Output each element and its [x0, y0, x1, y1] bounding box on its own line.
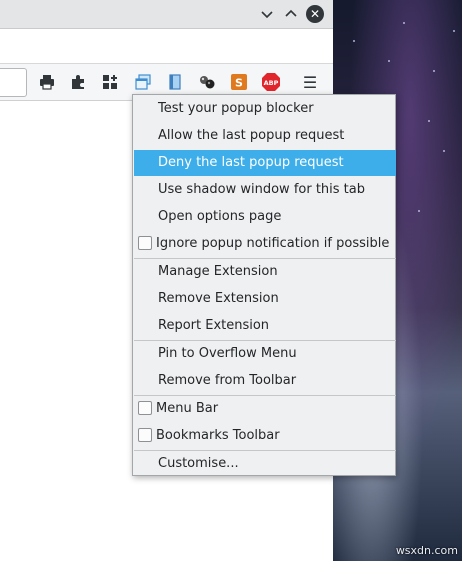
- menu-item-bookmarks-toolbar[interactable]: Bookmarks Toolbar: [134, 423, 396, 449]
- extension-context-menu: Test your popup blocker Allow the last p…: [132, 94, 396, 476]
- menu-item-customise[interactable]: Customise...: [134, 451, 396, 477]
- bookmarks-toolbar-checkbox[interactable]: [138, 428, 152, 442]
- reader-icon: [169, 74, 181, 90]
- extensions-icon: [72, 75, 84, 89]
- ignore-notification-checkbox[interactable]: [138, 236, 152, 250]
- adblock-plus-icon: ABP: [262, 73, 280, 91]
- menu-item-manage-extension[interactable]: Manage Extension: [134, 259, 396, 285]
- print-icon: [40, 75, 54, 90]
- sync-icon: S: [231, 74, 247, 90]
- chevron-up-icon: [285, 9, 297, 17]
- chevron-down-icon: [261, 11, 273, 19]
- reader-button[interactable]: [165, 72, 185, 92]
- menu-item-open-options[interactable]: Open options page: [134, 204, 396, 230]
- menu-bar-checkbox[interactable]: [138, 401, 152, 415]
- popup-blocker-icon: [135, 74, 151, 90]
- tab-strip: [0, 29, 333, 64]
- add-widget-icon: [103, 75, 117, 89]
- minimize-button[interactable]: [257, 4, 277, 24]
- print-button[interactable]: [37, 72, 57, 92]
- url-bar[interactable]: [0, 68, 27, 97]
- menu-item-remove-from-toolbar[interactable]: Remove from Toolbar: [134, 368, 396, 394]
- popup-blocker-button[interactable]: [133, 72, 153, 92]
- sync-button[interactable]: S: [229, 72, 249, 92]
- menu-item-test-popup-blocker[interactable]: Test your popup blocker: [134, 96, 396, 122]
- menu-item-remove-extension[interactable]: Remove Extension: [134, 286, 396, 312]
- hamburger-menu-button[interactable]: ☰: [300, 72, 320, 92]
- menu-item-report-extension[interactable]: Report Extension: [134, 313, 396, 339]
- maximize-button[interactable]: [281, 4, 301, 24]
- hamburger-menu-icon: ☰: [302, 72, 318, 92]
- menu-item-pin-overflow[interactable]: Pin to Overflow Menu: [134, 341, 396, 367]
- menu-item-shadow-window[interactable]: Use shadow window for this tab: [134, 177, 396, 203]
- watermark: wsxdn.com: [395, 544, 458, 557]
- add-widget-button[interactable]: [100, 72, 120, 92]
- menu-item-menu-bar[interactable]: Menu Bar: [134, 396, 396, 422]
- extensions-button[interactable]: [68, 72, 88, 92]
- close-button[interactable]: ✕: [306, 5, 324, 23]
- menu-item-ignore-popup-notification[interactable]: Ignore popup notification if possible: [134, 231, 396, 257]
- menu-item-allow-last-popup[interactable]: Allow the last popup request: [134, 123, 396, 149]
- svg-text:ABP: ABP: [264, 79, 279, 87]
- adblock-plus-button[interactable]: ABP: [261, 72, 281, 92]
- bubbles-button[interactable]: [197, 72, 217, 92]
- menu-item-deny-last-popup[interactable]: Deny the last popup request: [134, 150, 396, 176]
- bubbles-icon: [200, 76, 215, 89]
- close-icon: ✕: [309, 7, 321, 21]
- title-bar: ✕: [0, 0, 333, 29]
- svg-text:S: S: [235, 77, 243, 90]
